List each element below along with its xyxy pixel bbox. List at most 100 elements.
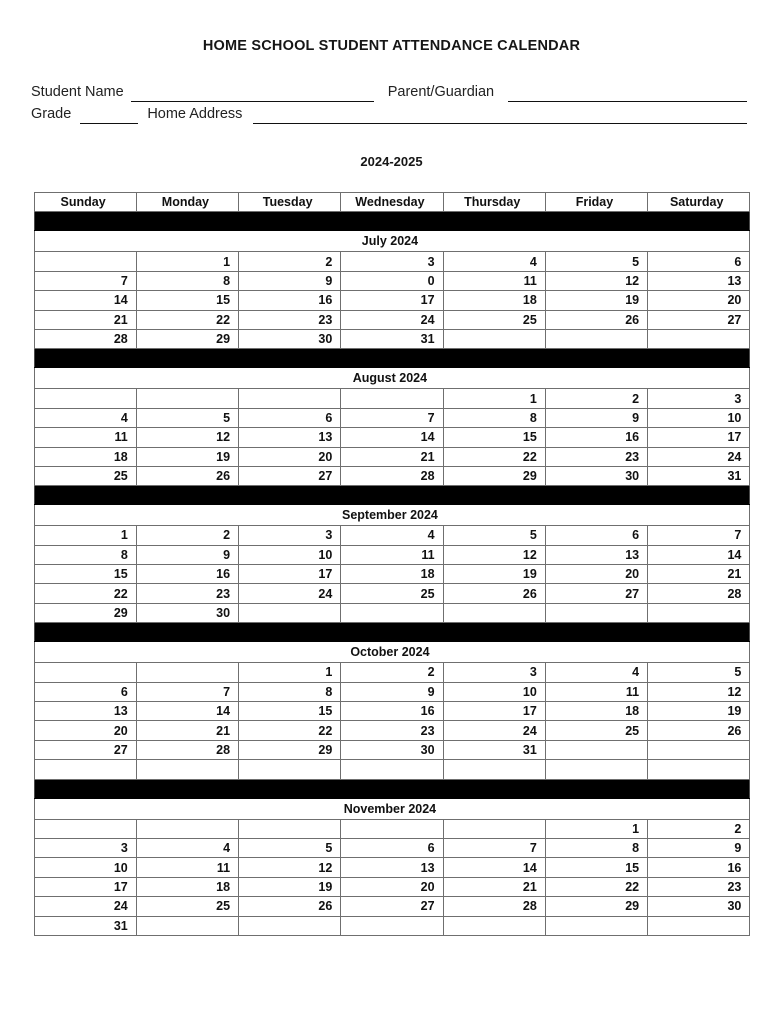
day-cell-empty[interactable] [544, 739, 649, 761]
day-cell[interactable]: 16 [544, 427, 649, 448]
day-cell[interactable]: 11 [544, 681, 649, 703]
day-cell[interactable]: 11 [442, 270, 546, 292]
day-cell[interactable]: 20 [647, 290, 751, 311]
day-cell[interactable]: 15 [135, 290, 240, 311]
day-cell-empty[interactable] [647, 328, 751, 350]
day-cell[interactable]: 31 [442, 739, 546, 761]
day-cell[interactable]: 8 [33, 544, 137, 566]
day-cell[interactable]: 18 [544, 701, 649, 722]
day-cell[interactable]: 29 [33, 602, 137, 624]
day-cell[interactable]: 6 [544, 525, 649, 546]
day-cell[interactable]: 2 [647, 818, 751, 839]
day-cell[interactable]: 19 [544, 290, 649, 311]
day-cell[interactable]: 3 [442, 662, 546, 683]
day-cell[interactable]: 6 [340, 837, 444, 859]
day-cell[interactable]: 3 [238, 525, 342, 546]
day-cell-empty[interactable] [33, 388, 137, 409]
day-cell[interactable]: 10 [238, 544, 342, 566]
day-cell[interactable]: 7 [135, 681, 240, 703]
day-cell[interactable]: 19 [647, 701, 751, 722]
day-cell-empty[interactable] [647, 602, 751, 624]
day-cell-empty[interactable] [33, 759, 137, 780]
day-cell-empty[interactable] [238, 759, 342, 780]
day-cell[interactable]: 20 [238, 446, 342, 467]
day-cell[interactable]: 16 [135, 564, 240, 585]
day-cell[interactable]: 14 [442, 857, 546, 878]
day-cell-empty[interactable] [442, 818, 546, 839]
day-cell[interactable]: 11 [135, 857, 240, 878]
day-cell[interactable]: 12 [442, 544, 546, 566]
day-cell[interactable]: 19 [135, 446, 240, 467]
day-cell[interactable]: 8 [544, 837, 649, 859]
day-cell[interactable]: 23 [544, 446, 649, 467]
day-cell[interactable]: 13 [544, 544, 649, 566]
day-cell[interactable]: 14 [340, 427, 444, 448]
day-cell[interactable]: 29 [544, 896, 649, 917]
day-cell[interactable]: 9 [238, 270, 342, 292]
day-cell-empty[interactable] [442, 328, 546, 350]
day-cell[interactable]: 6 [238, 407, 342, 429]
day-cell[interactable]: 7 [442, 837, 546, 859]
day-cell[interactable]: 9 [544, 407, 649, 429]
day-cell[interactable]: 4 [544, 662, 649, 683]
day-cell[interactable]: 6 [647, 251, 751, 272]
day-cell[interactable]: 24 [238, 583, 342, 604]
day-cell[interactable]: 22 [135, 309, 240, 330]
day-cell-empty[interactable] [544, 602, 649, 624]
day-cell[interactable]: 12 [238, 857, 342, 878]
day-cell[interactable]: 14 [135, 701, 240, 722]
day-cell[interactable]: 5 [238, 837, 342, 859]
day-cell[interactable]: 28 [647, 583, 751, 604]
day-cell[interactable]: 8 [442, 407, 546, 429]
day-cell[interactable]: 5 [442, 525, 546, 546]
day-cell[interactable]: 27 [33, 739, 137, 761]
day-cell[interactable]: 18 [33, 446, 137, 467]
day-cell[interactable]: 30 [135, 602, 240, 624]
day-cell-empty[interactable] [442, 915, 546, 936]
day-cell[interactable]: 12 [647, 681, 751, 703]
day-cell-empty[interactable] [340, 602, 444, 624]
day-cell[interactable]: 8 [135, 270, 240, 292]
day-cell[interactable]: 29 [135, 328, 240, 350]
day-cell[interactable]: 30 [544, 465, 649, 487]
day-cell[interactable]: 5 [135, 407, 240, 429]
day-cell[interactable]: 29 [442, 465, 546, 487]
day-cell[interactable]: 25 [33, 465, 137, 487]
day-cell[interactable]: 16 [238, 290, 342, 311]
day-cell[interactable]: 14 [33, 290, 137, 311]
day-cell[interactable]: 21 [135, 720, 240, 741]
day-cell-empty[interactable] [340, 818, 444, 839]
day-cell[interactable]: 4 [442, 251, 546, 272]
day-cell[interactable]: 26 [135, 465, 240, 487]
day-cell[interactable]: 25 [135, 896, 240, 917]
day-cell[interactable]: 30 [340, 739, 444, 761]
day-cell[interactable]: 20 [544, 564, 649, 585]
day-cell[interactable]: 11 [33, 427, 137, 448]
day-cell[interactable]: 19 [238, 876, 342, 898]
day-cell[interactable]: 10 [647, 407, 751, 429]
day-cell[interactable]: 12 [544, 270, 649, 292]
day-cell[interactable]: 21 [340, 446, 444, 467]
day-cell[interactable]: 6 [33, 681, 137, 703]
day-cell[interactable]: 23 [238, 309, 342, 330]
home-address-input[interactable] [253, 108, 747, 124]
day-cell[interactable]: 1 [442, 388, 546, 409]
day-cell[interactable]: 12 [135, 427, 240, 448]
day-cell[interactable]: 17 [647, 427, 751, 448]
day-cell[interactable]: 25 [544, 720, 649, 741]
parent-guardian-input[interactable] [508, 86, 747, 102]
day-cell[interactable]: 20 [33, 720, 137, 741]
day-cell-empty[interactable] [135, 915, 240, 936]
day-cell[interactable]: 26 [238, 896, 342, 917]
day-cell[interactable]: 14 [647, 544, 751, 566]
day-cell-empty[interactable] [544, 328, 649, 350]
day-cell-empty[interactable] [33, 662, 137, 683]
day-cell-empty[interactable] [33, 818, 137, 839]
day-cell[interactable]: 1 [544, 818, 649, 839]
student-name-input[interactable] [130, 86, 374, 102]
day-cell-empty[interactable] [135, 388, 240, 409]
day-cell[interactable]: 26 [442, 583, 546, 604]
day-cell[interactable]: 22 [33, 583, 137, 604]
day-cell[interactable]: 17 [238, 564, 342, 585]
day-cell[interactable]: 18 [135, 876, 240, 898]
